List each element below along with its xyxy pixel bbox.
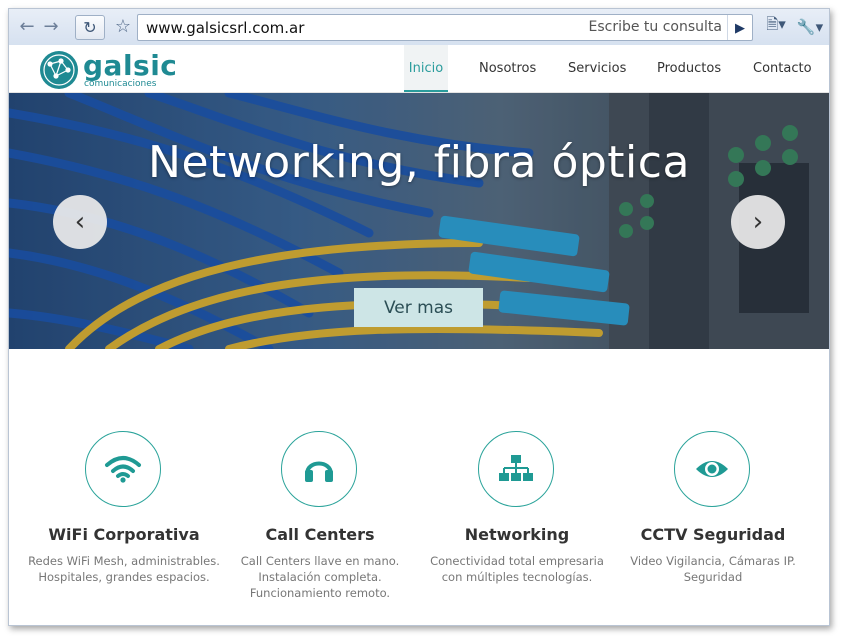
eye-icon (696, 461, 728, 477)
feature-icon-circle[interactable] (85, 431, 161, 507)
headphones-icon (305, 461, 333, 482)
address-bar[interactable]: www.galsicsrl.com.ar Escribe tu consulta… (137, 14, 753, 41)
nav-item-inicio[interactable]: Inicio (404, 45, 448, 92)
next-slide-button[interactable]: › (731, 195, 785, 249)
nav-item-servicios[interactable]: Servicios (568, 45, 626, 92)
feature-desc: Video Vigilancia, Cámaras IP. Seguridad (630, 554, 796, 584)
hero-title: Networking, fibra óptica (148, 137, 690, 188)
feature-desc: Redes WiFi Mesh, administrables. Hospita… (28, 554, 220, 584)
search-hint: Escribe tu consulta (588, 19, 722, 35)
wrench-icon[interactable]: 🔧▾ (795, 15, 825, 38)
hero-slider: Networking, fibra óptica ‹ › Ver mas (9, 93, 829, 349)
logo-icon[interactable] (39, 50, 79, 90)
nav-item-contacto[interactable]: Contacto (753, 45, 812, 92)
feature-title: Call Centers (265, 525, 375, 544)
ver-mas-button[interactable]: Ver mas (354, 288, 483, 327)
logo-tagline: comunicaciones (84, 79, 157, 89)
feature-icon-circle[interactable] (478, 431, 554, 507)
feature-title: CCTV Seguridad (640, 525, 786, 544)
nav-item-nosotros[interactable]: Nosotros (479, 45, 536, 92)
page-menu-icon[interactable]: 🗎▾ (761, 15, 791, 38)
nav-item-productos[interactable]: Productos (657, 45, 721, 92)
browser-toolbar: ← → ↻ ☆ www.galsicsrl.com.ar Escribe tu … (9, 9, 829, 46)
feature-desc: Conectividad total empresaria con múltip… (430, 554, 604, 584)
forward-arrow-icon[interactable]: → (39, 15, 63, 38)
prev-slide-button[interactable]: ‹ (53, 195, 107, 249)
browser-window: ← → ↻ ☆ www.galsicsrl.com.ar Escribe tu … (8, 8, 830, 626)
go-icon[interactable]: ▶ (727, 15, 752, 40)
bookmark-star-icon[interactable]: ☆ (111, 15, 135, 38)
feature-title: WiFi Corporativa (48, 525, 200, 544)
url-text[interactable]: www.galsicsrl.com.ar (146, 19, 304, 37)
feature-title: Networking (464, 525, 570, 544)
logo-name[interactable]: galsic (83, 49, 177, 82)
wifi-icon (105, 456, 141, 483)
feature-icon-circle[interactable] (674, 431, 750, 507)
site-header: galsic comunicaciones Inicio Nosotros Se… (9, 45, 829, 93)
reload-icon[interactable]: ↻ (75, 15, 105, 40)
back-arrow-icon[interactable]: ← (15, 15, 39, 38)
feature-icon-circle[interactable] (281, 431, 357, 507)
network-icon (499, 455, 533, 481)
feature-desc: Call Centers llave en mano. Instalación … (240, 554, 400, 600)
